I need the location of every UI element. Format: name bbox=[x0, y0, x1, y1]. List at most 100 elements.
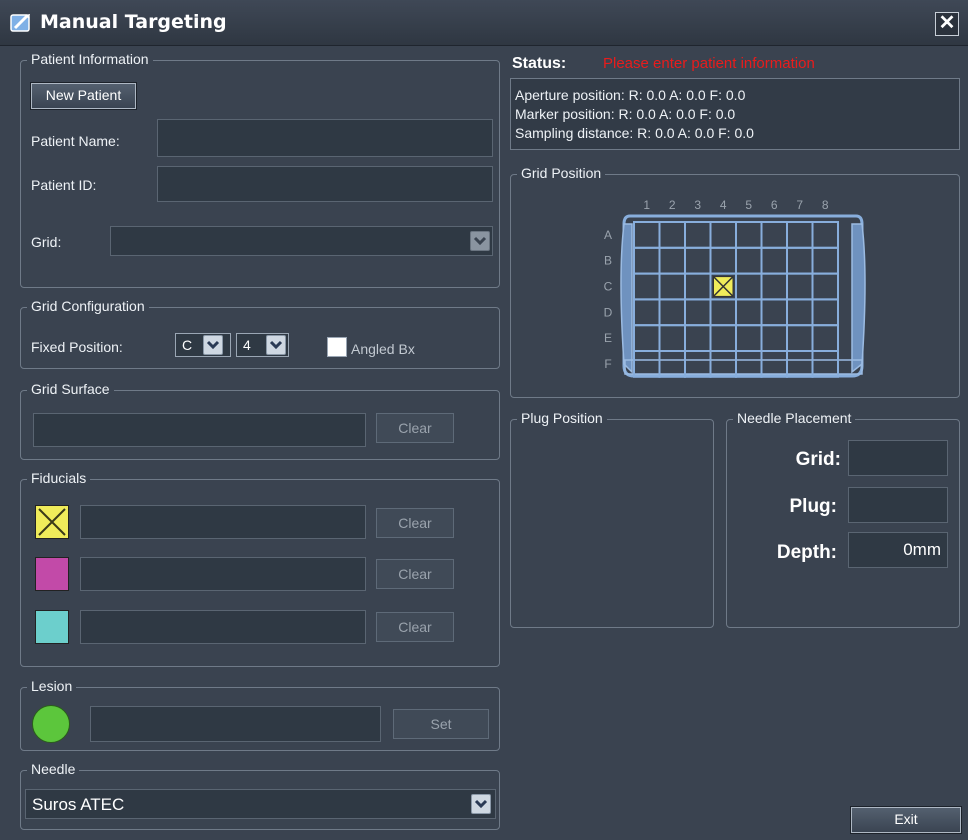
status-message: Please enter patient information bbox=[603, 55, 815, 72]
needle-grid-label: Grid: bbox=[795, 449, 841, 470]
grid-cell[interactable] bbox=[786, 324, 814, 352]
grid-cell[interactable] bbox=[760, 246, 788, 275]
needle-chevron-down-icon[interactable] bbox=[471, 794, 491, 814]
grid-column-label: 6 bbox=[771, 198, 778, 212]
grid-cell[interactable] bbox=[735, 298, 763, 327]
grid-cell[interactable] bbox=[633, 246, 661, 275]
needle-placement-legend: Needle Placement bbox=[733, 410, 856, 426]
grid-row-chevron-down-icon[interactable] bbox=[203, 335, 223, 355]
exit-button[interactable]: Exit bbox=[850, 806, 962, 834]
needle-select-value: Suros ATEC bbox=[32, 795, 125, 814]
grid-cell[interactable] bbox=[709, 324, 737, 352]
grid-row-label: E bbox=[604, 331, 612, 345]
grid-cell[interactable] bbox=[811, 350, 839, 378]
grid-cell[interactable] bbox=[658, 246, 686, 275]
needle-depth-label: Depth: bbox=[776, 542, 837, 563]
patient-name-input[interactable] bbox=[157, 119, 493, 157]
grid-cell[interactable] bbox=[786, 298, 814, 327]
grid-cell[interactable] bbox=[684, 246, 712, 275]
grid-cell[interactable] bbox=[684, 350, 712, 378]
lesion-circle-icon[interactable] bbox=[32, 705, 70, 743]
selected-cell-marker-icon bbox=[712, 276, 734, 297]
needle-depth-field: 0mm bbox=[848, 532, 948, 568]
grid-cell[interactable] bbox=[709, 246, 737, 275]
grid-cell[interactable] bbox=[811, 324, 839, 352]
fiducial-3-clear-button[interactable]: Clear bbox=[376, 612, 454, 642]
grid-cell[interactable] bbox=[760, 221, 788, 249]
grid-cell[interactable] bbox=[709, 298, 737, 327]
fiducial-3-swatch[interactable] bbox=[35, 610, 69, 644]
plug-position-group: Plug Position bbox=[510, 410, 714, 628]
grid-cell[interactable] bbox=[633, 298, 661, 327]
grid-select[interactable] bbox=[110, 226, 493, 256]
grid-position-diagram[interactable]: 1 2 3 4 5 6 7 8 ABCDEF bbox=[590, 194, 890, 394]
close-button[interactable]: ✕ bbox=[935, 12, 959, 36]
grid-cell[interactable] bbox=[658, 324, 686, 352]
grid-cell[interactable] bbox=[760, 272, 788, 301]
grid-row-label: C bbox=[604, 280, 613, 294]
status-readout-box: Aperture position: R: 0.0 A: 0.0 F: 0.0 … bbox=[510, 78, 960, 150]
grid-cell[interactable] bbox=[735, 221, 763, 249]
patient-id-label: Patient ID: bbox=[31, 177, 97, 193]
lesion-set-button[interactable]: Set bbox=[393, 709, 489, 739]
aperture-position-readout: Aperture position: R: 0.0 A: 0.0 F: 0.0 bbox=[515, 87, 746, 103]
grid-cell[interactable] bbox=[735, 246, 763, 275]
grid-col-chevron-down-icon[interactable] bbox=[266, 335, 286, 355]
needle-select[interactable]: Suros ATEC bbox=[25, 789, 496, 819]
grid-cell[interactable] bbox=[633, 272, 661, 301]
grid-cell[interactable] bbox=[633, 350, 661, 378]
needle-legend: Needle bbox=[27, 761, 80, 777]
fiducial-2-clear-button[interactable]: Clear bbox=[376, 559, 454, 589]
fiducial-1-clear-button[interactable]: Clear bbox=[376, 508, 454, 538]
grid-cell[interactable] bbox=[735, 272, 763, 301]
grid-cell[interactable] bbox=[709, 350, 737, 378]
needle-plug-field bbox=[848, 487, 948, 523]
grid-cell[interactable] bbox=[760, 298, 788, 327]
grid-column-label: 1 bbox=[643, 198, 650, 212]
grid-cell[interactable] bbox=[760, 350, 788, 378]
fiducial-1-swatch[interactable] bbox=[35, 505, 69, 539]
grid-cell[interactable] bbox=[811, 272, 839, 301]
grid-row-label: B bbox=[604, 254, 612, 268]
grid-cell[interactable] bbox=[633, 324, 661, 352]
patient-name-label: Patient Name: bbox=[31, 133, 120, 149]
new-patient-button[interactable]: New Patient bbox=[30, 82, 137, 110]
marker-position-readout: Marker position: R: 0.0 A: 0.0 F: 0.0 bbox=[515, 106, 736, 122]
grid-cell[interactable] bbox=[760, 324, 788, 352]
grid-column-label: 2 bbox=[669, 198, 676, 212]
grid-cell[interactable] bbox=[786, 246, 814, 275]
grid-configuration-legend: Grid Configuration bbox=[27, 298, 149, 314]
grid-chevron-down-icon[interactable] bbox=[470, 231, 490, 251]
grid-row-label: D bbox=[604, 305, 613, 319]
fiducial-2-swatch[interactable] bbox=[35, 557, 69, 591]
grid-cell[interactable] bbox=[658, 221, 686, 249]
lesion-legend: Lesion bbox=[27, 678, 77, 694]
grid-cell[interactable] bbox=[735, 350, 763, 378]
grid-cell[interactable] bbox=[786, 350, 814, 378]
grid-cell[interactable] bbox=[684, 324, 712, 352]
fiducial-1-field bbox=[80, 505, 366, 539]
fiducial-2-field bbox=[80, 557, 366, 591]
grid-cell[interactable] bbox=[709, 221, 737, 249]
grid-cell[interactable] bbox=[786, 221, 814, 249]
grid-cell[interactable] bbox=[811, 246, 839, 275]
grid-cell[interactable] bbox=[684, 298, 712, 327]
needle-grid-field bbox=[848, 440, 948, 476]
grid-cell[interactable] bbox=[684, 272, 712, 301]
grid-cell[interactable] bbox=[658, 350, 686, 378]
grid-cell[interactable] bbox=[811, 298, 839, 327]
grid-cell[interactable] bbox=[633, 221, 661, 249]
grid-cell[interactable] bbox=[658, 272, 686, 301]
grid-surface-field bbox=[33, 413, 366, 447]
grid-cell[interactable] bbox=[684, 221, 712, 249]
app-logo-icon bbox=[10, 14, 30, 32]
patient-id-input[interactable] bbox=[157, 166, 493, 202]
grid-surface-clear-button[interactable]: Clear bbox=[376, 413, 454, 443]
grid-row-label: F bbox=[604, 357, 611, 371]
angled-bx-checkbox[interactable] bbox=[327, 337, 347, 357]
grid-cell[interactable] bbox=[811, 221, 839, 249]
grid-cell[interactable] bbox=[735, 324, 763, 352]
fiducial-3-field bbox=[80, 610, 366, 644]
grid-cell[interactable] bbox=[786, 272, 814, 301]
grid-cell[interactable] bbox=[658, 298, 686, 327]
